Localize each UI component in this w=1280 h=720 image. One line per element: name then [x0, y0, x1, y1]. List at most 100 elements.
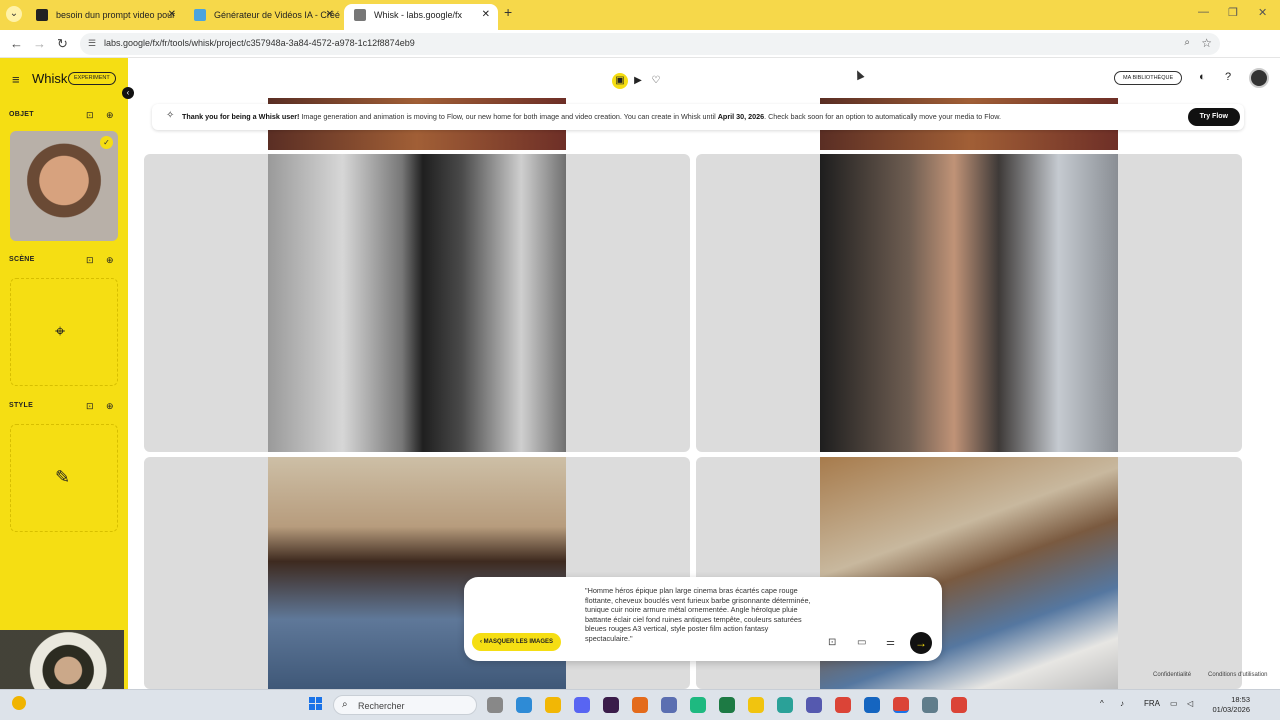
hide-images-button[interactable]: ‹ MASQUER LES IMAGES — [472, 633, 562, 651]
whisk-logo: Whisk — [32, 71, 68, 86]
minimize-icon[interactable]: — — [1198, 6, 1209, 18]
app-icon[interactable] — [690, 697, 706, 713]
windows-start-icon[interactable] — [309, 697, 323, 711]
main-area: ▣ ▶ ♡ MA BIBLIOTHÈQUE ◐ ? ✧ Thank you fo… — [128, 58, 1280, 689]
app-icon[interactable] — [777, 697, 793, 713]
weather-icon[interactable] — [12, 696, 26, 710]
experiment-badge: EXPERIMENT — [68, 72, 116, 85]
tab-title: Whisk - labs.google/fx — [374, 10, 463, 20]
discord-icon[interactable]: ◐ — [1199, 71, 1206, 83]
window-close-icon[interactable]: ✕ — [1258, 6, 1267, 19]
app-icon[interactable] — [632, 697, 648, 713]
favorites-heart-icon[interactable]: ♡ — [648, 73, 664, 89]
chrome-active-icon[interactable] — [893, 697, 909, 713]
premiere-icon[interactable] — [603, 697, 619, 713]
restore-icon[interactable]: ❐ — [1228, 6, 1238, 19]
windows-taskbar: ⌕ Rechercher ^ ♪ FRA ▭ ◁ 18:53 01/03/202… — [0, 689, 1280, 720]
library-button[interactable]: MA BIBLIOTHÈQUE — [1114, 71, 1183, 85]
privacy-link[interactable]: Confidentialité — [1153, 672, 1191, 678]
scene-section-label: SCÈNE — [9, 256, 35, 263]
app-icon[interactable] — [748, 697, 764, 713]
teams-icon[interactable] — [806, 697, 822, 713]
tray-chevron-icon[interactable]: ^ — [1100, 699, 1104, 708]
edge-icon[interactable] — [516, 697, 532, 713]
forward-icon[interactable]: → — [33, 36, 46, 51]
chrome-icon[interactable] — [835, 697, 851, 713]
submit-arrow-button[interactable]: → — [910, 632, 932, 654]
video-mode-icon[interactable]: ▶ — [630, 73, 646, 89]
object-image[interactable]: ✓ — [10, 131, 118, 241]
task-view-icon[interactable] — [487, 697, 503, 713]
aspect-ratio-icon[interactable]: ⊡ — [828, 637, 836, 648]
settings-sliders-icon[interactable]: ⚌ — [886, 637, 895, 648]
style-section-label: STYLE — [9, 402, 34, 409]
chrome-icon[interactable] — [951, 697, 967, 713]
add-icon[interactable]: ⊕ — [106, 401, 114, 412]
sidebar: ≡ Whisk EXPERIMENT OBJET ⊡ ⊕ ✓ SCÈNE ⊡ ⊕… — [0, 58, 128, 689]
prompt-panel: "Homme héros épique plan large cinema br… — [464, 577, 942, 661]
close-icon[interactable]: ✕ — [168, 4, 176, 26]
generated-image[interactable] — [820, 154, 1118, 452]
tab-favicon-icon — [354, 9, 366, 21]
avatar[interactable] — [1249, 68, 1269, 88]
try-flow-button[interactable]: Try Flow — [1187, 108, 1240, 126]
mouse-cursor — [853, 68, 865, 81]
scene-drop-zone[interactable]: ⌖ — [10, 278, 118, 386]
volume-icon[interactable]: ◁ — [1187, 699, 1193, 708]
upload-image-icon[interactable]: ⊡ — [86, 255, 94, 266]
sparkle-icon: ✧ — [166, 110, 175, 121]
menu-icon[interactable]: ≡ — [12, 72, 20, 87]
language-indicator[interactable]: FRA — [1144, 699, 1160, 708]
excel-icon[interactable] — [719, 697, 735, 713]
object-section-label: OBJET — [9, 111, 34, 118]
app-icon[interactable] — [922, 697, 938, 713]
microphone-icon[interactable]: ♪ — [1120, 699, 1124, 708]
address-bar: ← → ↻ ☰ labs.google/fx/fr/tools/whisk/pr… — [0, 30, 1280, 79]
network-icon[interactable]: ▭ — [1170, 699, 1178, 708]
discord-app-icon[interactable] — [574, 697, 590, 713]
clock-date: 01/03/2026 — [1212, 705, 1250, 714]
style-drop-zone[interactable]: ✎ — [10, 424, 118, 532]
zoom-icon[interactable]: ⌕ — [1184, 37, 1190, 48]
image-icon[interactable]: ▭ — [857, 637, 866, 648]
site-settings-icon[interactable]: ☰ — [88, 38, 98, 48]
terms-link[interactable]: Conditions d'utilisation — [1208, 672, 1268, 678]
close-icon[interactable]: ✕ — [482, 4, 490, 26]
collapse-sidebar-icon[interactable]: ‹ — [122, 87, 134, 99]
prompt-input[interactable]: "Homme héros épique plan large cinema br… — [585, 586, 815, 643]
app-icon[interactable] — [864, 697, 880, 713]
taskbar-search[interactable]: ⌕ Rechercher — [333, 695, 477, 715]
image-card[interactable] — [144, 154, 690, 452]
file-explorer-icon[interactable] — [545, 697, 561, 713]
mode-switcher: ▣ ▶ ♡ — [612, 70, 666, 89]
tab-whisk[interactable]: Whisk - labs.google/fx ✕ — [344, 4, 498, 30]
whisk-page: ≡ Whisk EXPERIMENT OBJET ⊡ ⊕ ✓ SCÈNE ⊡ ⊕… — [0, 58, 1280, 689]
upload-image-icon[interactable]: ⊡ — [86, 401, 94, 412]
tab-search-icon[interactable]: ⌄ — [6, 6, 22, 22]
back-icon[interactable]: ← — [10, 36, 23, 51]
add-icon[interactable]: ⊕ — [106, 110, 114, 121]
tab-favicon-icon — [36, 9, 48, 21]
image-card[interactable] — [696, 154, 1242, 452]
tab-prompt[interactable]: besoin dun prompt video pour ✕ — [26, 4, 184, 30]
search-icon: ⌕ — [342, 699, 348, 710]
taskbar-clock[interactable]: 18:53 01/03/2026 — [1204, 695, 1250, 715]
check-icon: ✓ — [100, 136, 113, 149]
add-icon[interactable]: ⊕ — [106, 255, 114, 266]
generated-image[interactable] — [268, 154, 566, 452]
reload-icon[interactable]: ↻ — [57, 36, 68, 52]
url-text: labs.google/fx/fr/tools/whisk/project/c3… — [104, 38, 415, 48]
image-mode-icon[interactable]: ▣ — [612, 73, 628, 89]
new-tab-icon[interactable]: + — [504, 4, 512, 20]
tab-title: Générateur de Vidéos IA - Créé — [214, 10, 340, 20]
clock-time: 18:53 — [1231, 695, 1250, 704]
upload-image-icon[interactable]: ⊡ — [86, 110, 94, 121]
bookmark-star-icon[interactable]: ☆ — [1201, 36, 1212, 50]
tab-favicon-icon — [194, 9, 206, 21]
tab-generateur[interactable]: Générateur de Vidéos IA - Créé ✕ — [184, 4, 342, 30]
tab-title: besoin dun prompt video pour — [56, 10, 176, 20]
calculator-icon[interactable] — [661, 697, 677, 713]
close-icon[interactable]: ✕ — [326, 4, 334, 26]
help-icon[interactable]: ? — [1225, 71, 1231, 83]
url-field[interactable]: ☰ labs.google/fx/fr/tools/whisk/project/… — [80, 33, 1220, 55]
